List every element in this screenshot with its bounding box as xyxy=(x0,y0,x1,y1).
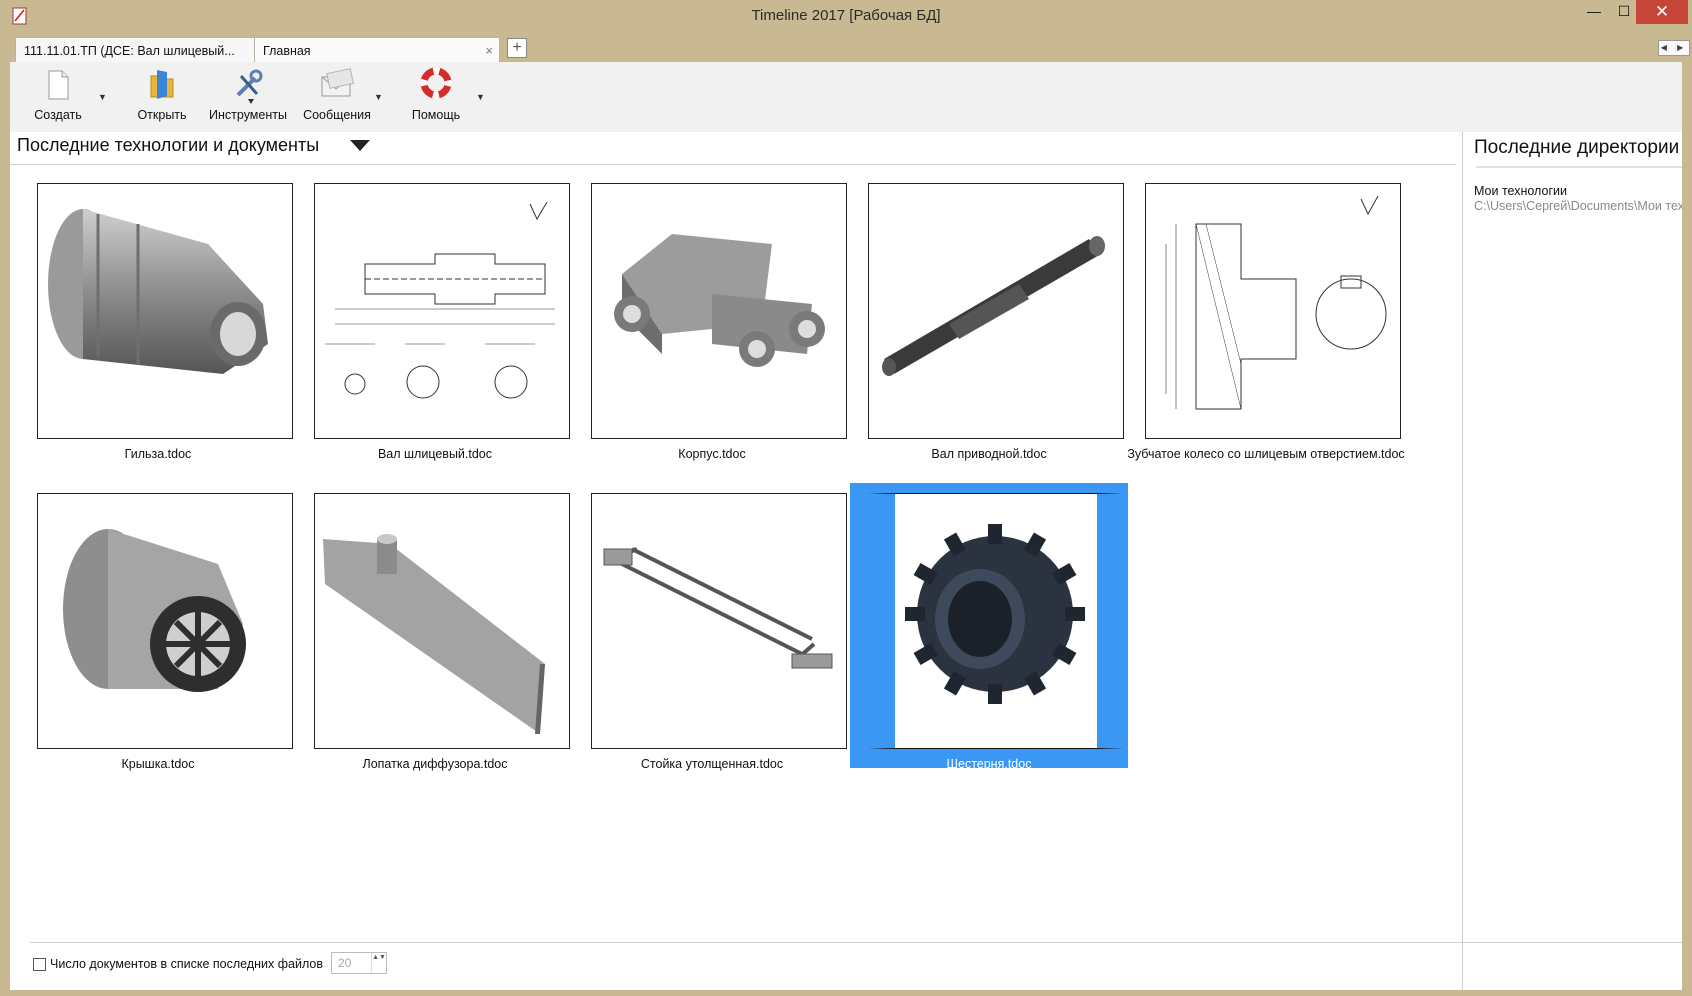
main-area: Создать ▼ Открыть Инструменты Сообщения … xyxy=(10,62,1682,990)
document-tile[interactable]: Вал приводной.tdoc xyxy=(850,173,1128,461)
doc-count-stepper[interactable]: 20 ▲▼ xyxy=(331,952,387,974)
doc-count-checkbox[interactable] xyxy=(33,958,46,971)
tab-bar: 111.11.01.ТП (ДСЕ: Вал шлицевый... Главн… xyxy=(10,34,1690,63)
tab-document-label: 111.11.01.ТП (ДСЕ: Вал шлицевый... xyxy=(24,44,235,58)
window-title: Timeline 2017 [Рабочая БД] xyxy=(751,7,941,24)
close-button[interactable]: ✕ xyxy=(1636,0,1688,24)
drawing-icon xyxy=(314,183,570,439)
document-name: Шестерня.tdoc xyxy=(946,757,1032,771)
create-button[interactable]: Создать xyxy=(18,62,98,128)
help-dropdown-arrow[interactable]: ▼ xyxy=(476,92,486,102)
doc-count-value: 20 xyxy=(338,956,352,970)
new-document-icon xyxy=(48,70,69,100)
tools-label: Инструменты xyxy=(209,108,287,122)
directory-item-name[interactable]: Мои технологии xyxy=(1474,184,1567,198)
sleeve-icon xyxy=(37,183,293,439)
rack-icon xyxy=(591,493,847,749)
gear-icon xyxy=(868,493,1124,749)
divider xyxy=(1476,166,1682,168)
tab-document[interactable]: 111.11.01.ТП (ДСЕ: Вал шлицевый... xyxy=(15,37,255,63)
shaft-icon xyxy=(868,183,1124,439)
document-name: Крышка.tdoc xyxy=(121,757,195,771)
messages-dropdown-arrow[interactable]: ▼ xyxy=(374,92,384,102)
divider xyxy=(10,164,1456,165)
document-name: Гильза.tdoc xyxy=(124,447,192,461)
app-window: Timeline 2017 [Рабочая БД] — ☐ ✕ 111.11.… xyxy=(0,0,1692,996)
tools-button[interactable]: Инструменты xyxy=(198,62,298,128)
ribbon-toolbar: Создать ▼ Открыть Инструменты Сообщения … xyxy=(10,62,1682,132)
title-bar: Timeline 2017 [Рабочая БД] — ☐ ✕ xyxy=(0,0,1692,34)
create-dropdown-arrow[interactable]: ▼ xyxy=(98,92,108,102)
document-name: Вал приводной.tdoc xyxy=(931,447,1047,461)
drawing-icon xyxy=(1145,183,1401,439)
open-label: Открыть xyxy=(137,108,187,122)
housing-icon xyxy=(591,183,847,439)
panel-divider[interactable] xyxy=(1462,132,1463,990)
help-button[interactable]: Помощь xyxy=(396,62,476,128)
tab-home[interactable]: Главная × xyxy=(254,37,500,63)
open-folder-icon xyxy=(150,70,174,99)
help-label: Помощь xyxy=(411,108,461,122)
document-tile-selected[interactable]: Шестерня.tdoc xyxy=(850,483,1128,771)
tools-icon xyxy=(236,69,263,104)
document-tile[interactable]: Стойка утолщенная.tdoc xyxy=(573,483,851,771)
blade-icon xyxy=(314,493,570,749)
document-tile[interactable]: Корпус.tdoc xyxy=(573,173,851,461)
create-label: Создать xyxy=(34,108,82,122)
directory-item-path[interactable]: C:\Users\Сергей\Documents\Мои технологии xyxy=(1474,199,1682,213)
document-tile[interactable]: Лопатка диффузора.tdoc xyxy=(296,483,574,771)
document-tile[interactable]: Крышка.tdoc xyxy=(19,483,297,771)
collapse-triangle-icon[interactable] xyxy=(350,140,370,151)
document-tile[interactable]: Зубчатое колесо со шлицевым отверстием.t… xyxy=(1127,173,1405,461)
document-name: Лопатка диффузора.tdoc xyxy=(362,757,508,771)
add-tab-button[interactable]: + xyxy=(507,38,527,58)
recent-directories-title: Последние директории xyxy=(1474,137,1680,158)
messages-button[interactable]: Сообщения xyxy=(292,62,382,128)
tab-home-label: Главная xyxy=(263,44,311,58)
tab-close-icon[interactable]: × xyxy=(485,43,493,58)
minimize-button[interactable]: — xyxy=(1578,0,1610,24)
document-tile[interactable]: Гильза.tdoc xyxy=(19,173,297,461)
document-name: Стойка утолщенная.tdoc xyxy=(640,757,784,771)
cover-icon xyxy=(37,493,293,749)
document-name: Вал шлицевый.tdoc xyxy=(377,447,493,461)
envelope-icon xyxy=(321,68,354,97)
doc-count-label: Число документов в списке последних файл… xyxy=(50,957,323,971)
stepper-arrows-icon[interactable]: ▲▼ xyxy=(371,953,386,973)
divider xyxy=(30,942,1682,943)
messages-label: Сообщения xyxy=(303,108,371,122)
document-name: Корпус.tdoc xyxy=(678,447,746,461)
document-tile[interactable]: Вал шлицевый.tdoc xyxy=(296,173,574,461)
open-button[interactable]: Открыть xyxy=(122,62,202,128)
recent-documents-title: Последние технологии и документы xyxy=(17,135,320,155)
lifebuoy-icon xyxy=(420,67,452,99)
tab-scroll-buttons[interactable]: ◀ ▶ xyxy=(1658,40,1690,56)
document-name: Зубчатое колесо со шлицевым отверстием.t… xyxy=(1127,447,1405,461)
